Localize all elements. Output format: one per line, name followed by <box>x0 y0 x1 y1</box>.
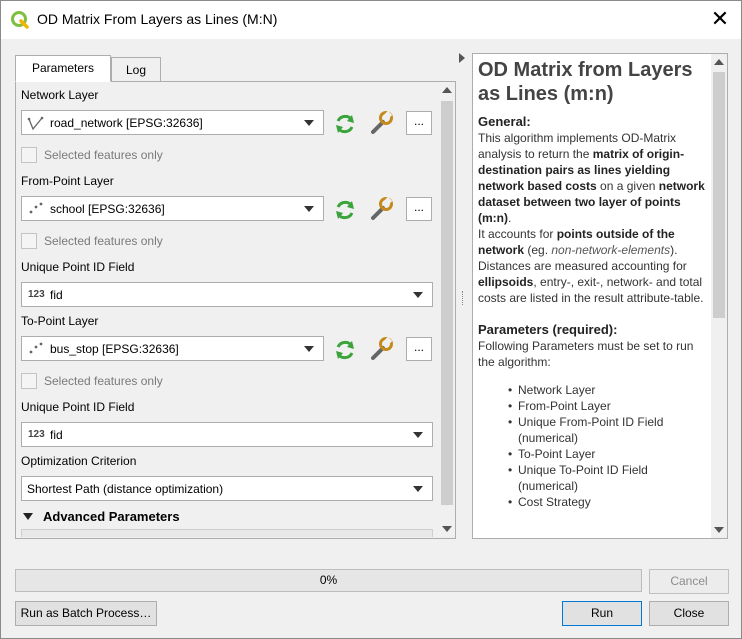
cancel-button[interactable]: Cancel <box>649 569 729 594</box>
from-unique-id-value: fid <box>50 288 63 302</box>
help-content: OD Matrix from Layers as Lines (m:n) Gen… <box>478 58 710 510</box>
to-selected-only-checkbox[interactable] <box>21 373 37 389</box>
help-title: OD Matrix from Layers as Lines (m:n) <box>478 59 693 105</box>
parameters-scrollbar[interactable] <box>439 83 455 537</box>
window-title: OD Matrix From Layers as Lines (M:N) <box>37 11 278 27</box>
to-point-layer-label: To-Point Layer <box>21 314 99 328</box>
refresh-icon[interactable] <box>332 111 358 137</box>
run-button[interactable]: Run <box>562 601 642 626</box>
scroll-up-icon[interactable] <box>714 59 724 65</box>
list-item: Cost Strategy <box>508 494 710 510</box>
refresh-icon[interactable] <box>332 337 358 363</box>
close-button[interactable]: Close <box>649 601 729 626</box>
help-accounts-text: It accounts for points outside of the ne… <box>478 227 704 305</box>
collapse-help-arrow-icon[interactable] <box>459 53 465 63</box>
advanced-parameters-group <box>21 529 433 537</box>
scroll-thumb[interactable] <box>441 101 453 505</box>
from-selected-only-label: Selected features only <box>44 234 163 248</box>
chevron-down-icon <box>304 206 314 212</box>
network-layer-label: Network Layer <box>21 88 99 102</box>
chevron-down-icon <box>413 486 423 492</box>
help-panel: OD Matrix from Layers as Lines (m:n) Gen… <box>472 53 728 539</box>
progress-bar: 0% <box>15 569 642 592</box>
numeric-field-icon: 123 <box>28 289 45 300</box>
wrench-icon[interactable] <box>369 196 395 222</box>
help-params-list: Network Layer From-Point Layer Unique Fr… <box>478 382 710 510</box>
from-point-layer-options-button[interactable]: ... <box>406 197 432 221</box>
run-as-batch-button[interactable]: Run as Batch Process… <box>15 601 157 626</box>
optimization-criterion-value: Shortest Path (distance optimization) <box>27 482 224 496</box>
wrench-icon[interactable] <box>369 336 395 362</box>
dialog-window: OD Matrix From Layers as Lines (M:N) ✕ P… <box>0 0 742 639</box>
numeric-field-icon: 123 <box>28 429 45 440</box>
scroll-down-icon[interactable] <box>442 526 452 532</box>
splitter-handle[interactable] <box>462 291 464 305</box>
point-layer-icon <box>29 342 43 354</box>
chevron-down-icon <box>304 120 314 126</box>
tab-log[interactable]: Log <box>111 57 161 82</box>
help-params-heading: Parameters (required): <box>478 322 618 337</box>
parameters-scroll-area: Network Layer road_network [EPSG:32636] … <box>21 83 436 537</box>
unique-id-field-label: Unique Point ID Field <box>21 260 135 274</box>
help-scrollbar[interactable] <box>711 54 727 538</box>
network-layer-combo[interactable]: road_network [EPSG:32636] <box>21 110 324 135</box>
to-point-layer-value: bus_stop [EPSG:32636] <box>50 342 179 356</box>
chevron-down-icon <box>413 432 423 438</box>
list-item: Network Layer <box>508 382 710 398</box>
unique-id-field-label: Unique Point ID Field <box>21 400 135 414</box>
list-item: Unique To-Point ID Field (numerical) <box>508 462 710 494</box>
collapse-triangle-icon <box>23 513 33 520</box>
list-item: From-Point Layer <box>508 398 710 414</box>
from-selected-only-checkbox[interactable] <box>21 233 37 249</box>
advanced-parameters-label: Advanced Parameters <box>43 509 180 524</box>
help-general-text: This algorithm implements OD-Matrix anal… <box>478 131 705 225</box>
chevron-down-icon <box>413 292 423 298</box>
line-layer-icon <box>27 116 44 131</box>
to-unique-id-combo[interactable]: 123 fid <box>21 422 433 447</box>
list-item: To-Point Layer <box>508 446 710 462</box>
tab-parameters[interactable]: Parameters <box>15 55 111 82</box>
point-layer-icon <box>29 202 43 214</box>
from-point-layer-combo[interactable]: school [EPSG:32636] <box>21 196 324 221</box>
progress-text: 0% <box>319 573 338 587</box>
qgis-logo-icon <box>11 11 29 29</box>
window-close-button[interactable]: ✕ <box>705 5 735 35</box>
help-params-text: Following Parameters must be set to run … <box>478 339 694 369</box>
scroll-thumb[interactable] <box>713 72 725 318</box>
wrench-icon[interactable] <box>369 110 395 136</box>
list-item: Unique From-Point ID Field (numerical) <box>508 414 710 446</box>
network-layer-value: road_network [EPSG:32636] <box>50 116 203 130</box>
to-unique-id-value: fid <box>50 428 63 442</box>
scroll-up-icon[interactable] <box>442 87 452 93</box>
title-bar: OD Matrix From Layers as Lines (M:N) ✕ <box>1 1 741 39</box>
to-selected-only-label: Selected features only <box>44 374 163 388</box>
help-general-heading: General: <box>478 114 531 129</box>
to-point-layer-options-button[interactable]: ... <box>406 337 432 361</box>
optimization-criterion-label: Optimization Criterion <box>21 454 137 468</box>
to-point-layer-combo[interactable]: bus_stop [EPSG:32636] <box>21 336 324 361</box>
from-point-layer-label: From-Point Layer <box>21 174 114 188</box>
network-layer-options-button[interactable]: ... <box>406 111 432 135</box>
network-selected-only-label: Selected features only <box>44 148 163 162</box>
scroll-down-icon[interactable] <box>714 527 724 533</box>
refresh-icon[interactable] <box>332 197 358 223</box>
from-point-layer-value: school [EPSG:32636] <box>50 202 165 216</box>
optimization-criterion-combo[interactable]: Shortest Path (distance optimization) <box>21 476 433 501</box>
chevron-down-icon <box>304 346 314 352</box>
from-unique-id-combo[interactable]: 123 fid <box>21 282 433 307</box>
network-selected-only-checkbox[interactable] <box>21 147 37 163</box>
